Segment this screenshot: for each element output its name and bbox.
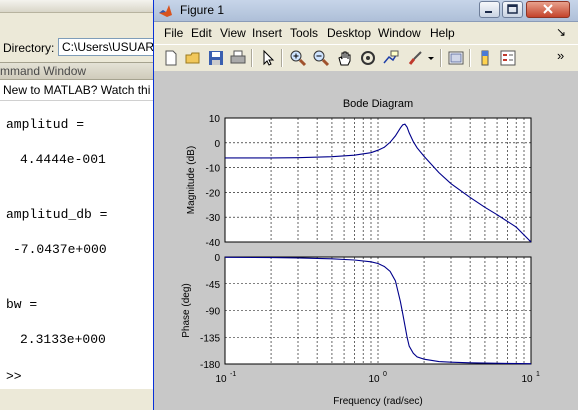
y-tick-label: -30 — [206, 213, 221, 224]
command-window-banner[interactable]: New to MATLAB? Watch thi — [0, 80, 160, 101]
x-axis-label: Frequency (rad/sec) — [333, 396, 422, 407]
x-tick-exponent: -1 — [230, 371, 236, 378]
pointer-icon[interactable] — [259, 49, 277, 67]
magnitude-axis-label: Magnitude (dB) — [186, 146, 197, 214]
menu-file[interactable]: File — [164, 26, 183, 40]
brush-icon[interactable] — [406, 49, 424, 67]
maximize-button[interactable] — [502, 1, 523, 18]
x-tick-exponent: 1 — [536, 371, 540, 378]
y-tick-label: 10 — [209, 114, 221, 125]
output-line: amplitud_db = — [6, 207, 108, 222]
menu-window[interactable]: Window — [378, 26, 421, 40]
maximize-icon — [507, 4, 518, 14]
menu-tools[interactable]: Tools — [290, 26, 318, 40]
toolbar-separator — [251, 49, 253, 67]
y-tick-label: -45 — [206, 280, 221, 291]
y-tick-label: -10 — [206, 164, 221, 175]
x-tick-exponent: 0 — [383, 371, 387, 378]
menu-desktop[interactable]: Desktop — [327, 26, 371, 40]
new-file-icon[interactable] — [162, 49, 180, 67]
matlab-logo-icon — [159, 5, 172, 17]
output-line: -7.0437e+000 — [13, 242, 107, 257]
chart-title: Bode Diagram — [343, 98, 413, 110]
output-line: amplitud = — [6, 117, 85, 132]
menu-edit[interactable]: Edit — [191, 26, 212, 40]
y-tick-label: -135 — [200, 333, 220, 344]
figure-titlebar[interactable]: Figure 1 — [154, 0, 578, 22]
legend-icon[interactable] — [499, 49, 517, 67]
output-line: 4.4444e-001 — [20, 152, 106, 167]
link-plot-icon[interactable] — [447, 49, 465, 67]
directory-label: Directory: — [3, 41, 55, 55]
data-cursor-icon[interactable] — [382, 49, 400, 67]
output-line: bw = — [6, 297, 38, 312]
y-tick-label: 0 — [214, 139, 220, 150]
figure-window: Figure 1 File Edit View Insert Tools Des… — [153, 0, 578, 410]
open-folder-icon[interactable] — [184, 49, 202, 67]
figure-title: Figure 1 — [180, 3, 225, 17]
figure-menubar: File Edit View Insert Tools Desktop Wind… — [154, 22, 578, 43]
menu-view[interactable]: View — [220, 26, 246, 40]
y-tick-label: -40 — [206, 238, 221, 249]
y-tick-label: 0 — [214, 253, 220, 264]
toolbar-separator — [469, 49, 471, 67]
command-window-title: mmand Window — [0, 64, 87, 78]
toolbar-separator — [281, 49, 283, 67]
command-prompt[interactable]: >> — [6, 369, 22, 384]
minimize-icon — [485, 11, 492, 13]
menu-help[interactable]: Help — [430, 26, 455, 40]
save-icon[interactable] — [207, 49, 225, 67]
x-tick-label: 10 — [521, 374, 533, 385]
colorbar-icon[interactable] — [476, 49, 494, 67]
toolbar-overflow-icon[interactable]: » — [557, 48, 564, 63]
desktop-toolbar-strip — [0, 0, 160, 13]
command-window-bottom-bar — [0, 389, 160, 410]
command-window-titlebar: mmand Window — [0, 62, 160, 80]
zoom-in-icon[interactable] — [289, 49, 307, 67]
close-icon — [543, 4, 553, 14]
command-window[interactable]: amplitud = 4.4444e-001 amplitud_db = -7.… — [0, 101, 160, 389]
output-line: 2.3133e+000 — [20, 332, 106, 347]
directory-field[interactable]: C:\Users\USUARI — [58, 38, 168, 56]
pan-hand-icon[interactable] — [336, 49, 354, 67]
phase-axis-label: Phase (deg) — [181, 283, 192, 337]
y-tick-label: -20 — [206, 188, 221, 199]
zoom-out-icon[interactable] — [312, 49, 330, 67]
bode-plot[interactable]: 100-10-20-30-400-45-90-135-180Bode Diagr… — [154, 71, 578, 410]
close-button[interactable] — [526, 1, 570, 18]
figure-canvas[interactable]: 10 0 -10 -20 -30 -40 0 -45 -90 -135 -180 Bode Diagr… — [154, 71, 578, 410]
menu-dock-arrow-icon[interactable]: ↘ — [556, 25, 566, 39]
figure-toolbar: » — [154, 44, 578, 72]
print-icon[interactable] — [229, 49, 247, 67]
toolbar-separator — [440, 49, 442, 67]
y-tick-label: -180 — [200, 360, 220, 371]
menu-insert[interactable]: Insert — [252, 26, 282, 40]
current-directory-bar: Directory: C:\Users\USUARI — [0, 36, 168, 60]
rotate-3d-icon[interactable] — [359, 49, 377, 67]
x-tick-label: 10 — [215, 374, 227, 385]
y-tick-label: -90 — [206, 307, 221, 318]
brush-dropdown-icon[interactable] — [426, 49, 436, 67]
minimize-button[interactable] — [479, 1, 500, 18]
banner-text[interactable]: New to MATLAB? Watch thi — [3, 83, 150, 97]
x-tick-label: 10 — [368, 374, 380, 385]
